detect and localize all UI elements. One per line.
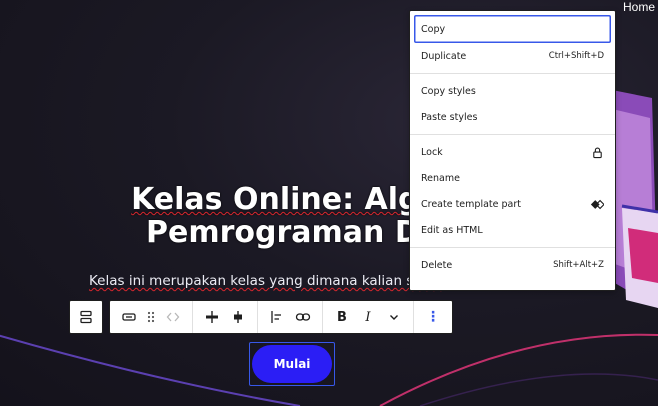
menu-item-label: Lock (421, 146, 443, 158)
menu-item-label: Edit as HTML (421, 224, 483, 236)
menu-item-label: Create template part (421, 198, 521, 210)
menu-group-delete: Delete Shift+Alt+Z (410, 247, 615, 282)
nav-home-link[interactable]: Home (623, 0, 655, 14)
menu-item-label: Rename (421, 172, 460, 184)
menu-item-create-template-part[interactable]: Create template part (414, 191, 611, 217)
block-toolbar: B I ⋮ (69, 300, 453, 334)
menu-item-label: Duplicate (421, 50, 467, 62)
justify-center-icon[interactable] (199, 301, 225, 333)
menu-item-edit-as-html[interactable]: Edit as HTML (414, 217, 611, 243)
button-block-icon[interactable] (116, 301, 142, 333)
menu-item-delete[interactable]: Delete Shift+Alt+Z (414, 252, 611, 278)
menu-item-shortcut: Shift+Alt+Z (553, 260, 604, 270)
toolbar-align-group (257, 301, 322, 333)
menu-group-copy: Copy Duplicate Ctrl+Shift+D (410, 11, 615, 73)
menu-item-label: Paste styles (421, 111, 478, 123)
toolbar-block-group (110, 301, 192, 333)
justify-stretch-icon[interactable] (225, 301, 251, 333)
lock-icon (590, 145, 604, 159)
menu-item-copy-styles[interactable]: Copy styles (414, 78, 611, 104)
menu-group-styles: Copy styles Paste styles (410, 73, 615, 134)
toolbar-main: B I ⋮ (109, 300, 453, 334)
menu-group-tools: Lock Rename Create template part Edit as… (410, 134, 615, 247)
menu-item-label: Delete (421, 259, 453, 271)
toolbar-justify-group (192, 301, 257, 333)
chevron-down-icon[interactable] (381, 301, 407, 333)
link-icon[interactable] (290, 301, 316, 333)
italic-icon[interactable]: I (355, 301, 381, 333)
menu-item-paste-styles[interactable]: Paste styles (414, 104, 611, 130)
menu-item-rename[interactable]: Rename (414, 165, 611, 191)
selected-button-block[interactable]: Mulai (249, 342, 335, 386)
toolbar-format-group: B I (322, 301, 413, 333)
menu-item-copy[interactable]: Copy (414, 15, 611, 43)
menu-item-lock[interactable]: Lock (414, 139, 611, 165)
block-parent-icon[interactable] (70, 301, 102, 333)
menu-item-label: Copy (421, 23, 446, 35)
title-line-1: Kelas Online: Algor (131, 182, 455, 217)
block-options-menu: Copy Duplicate Ctrl+Shift+D Copy styles … (409, 10, 616, 291)
align-left-icon[interactable] (264, 301, 290, 333)
menu-item-duplicate[interactable]: Duplicate Ctrl+Shift+D (414, 43, 611, 69)
title-line-2: Pemrograman Da (146, 215, 440, 250)
bold-icon[interactable]: B (329, 301, 355, 333)
toolbar-parent-group (69, 300, 103, 334)
mulai-button[interactable]: Mulai (252, 345, 332, 383)
move-arrows-icon[interactable] (160, 301, 186, 333)
menu-item-shortcut: Ctrl+Shift+D (548, 51, 604, 61)
more-options-icon[interactable]: ⋮ (420, 301, 446, 333)
drag-handle-icon[interactable] (142, 301, 160, 333)
toolbar-more-group: ⋮ (413, 301, 452, 333)
menu-item-label: Copy styles (421, 85, 476, 97)
template-part-icon (590, 197, 604, 211)
hero-description-text: Kelas ini merupakan kelas yang dimana ka… (89, 273, 444, 289)
